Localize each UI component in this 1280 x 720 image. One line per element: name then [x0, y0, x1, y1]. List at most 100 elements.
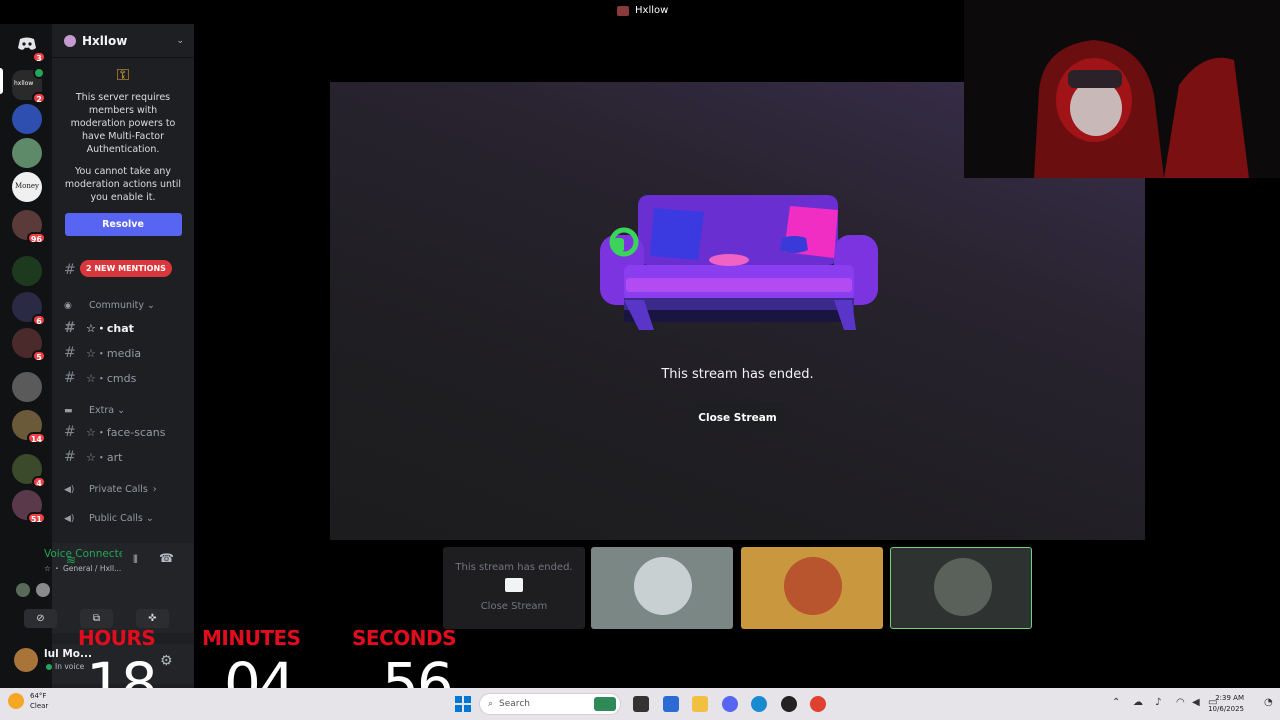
channel-chat[interactable]: # ☆・chat [64, 320, 134, 336]
key-icon: ⚿ [116, 65, 130, 84]
channel-face-scans[interactable]: # ☆・face-scans [64, 424, 165, 440]
resolve-button[interactable]: Resolve [64, 213, 182, 236]
participant-avatar[interactable] [16, 583, 30, 597]
channel-label: ☆・art [86, 451, 123, 464]
server-icon[interactable] [12, 104, 42, 134]
hours-label: HOURS [78, 626, 156, 650]
server-folder[interactable]: 14 [12, 410, 46, 444]
stream-tile[interactable]: This stream has ended. Close Stream [443, 547, 585, 629]
channel-label: ☆・chat [86, 322, 134, 335]
voice-dot-icon [46, 664, 52, 670]
window-title-text: Hxllow [635, 5, 669, 16]
noise-suppression-icon[interactable]: ⦀ [133, 553, 138, 567]
hash-icon: # [64, 449, 76, 465]
task-view-icon[interactable] [633, 696, 649, 712]
category-extra[interactable]: ▬ Extra ⌄ [64, 405, 125, 416]
stream-ended-text: This stream has ended. [661, 367, 814, 382]
gear-icon[interactable]: ⚙ [160, 653, 173, 669]
server-icon[interactable] [12, 372, 42, 402]
speaker-icon: ◀) [64, 513, 75, 524]
close-stream-button[interactable]: Close Stream [690, 402, 785, 433]
notification-bell-icon[interactable]: ◔ [1264, 697, 1273, 708]
disconnect-icon[interactable]: ☎ [159, 551, 174, 565]
server-folder[interactable]: 6 [12, 292, 46, 326]
edge-icon[interactable] [751, 696, 767, 712]
category-label: Extra [89, 405, 115, 416]
camera-off-icon: ⊘ [36, 613, 45, 624]
globe-icon: ◉ [64, 300, 72, 311]
speaker-icon: ◀) [64, 484, 75, 495]
participant-avatar[interactable] [36, 583, 50, 597]
notification-badge: 6 [32, 314, 46, 326]
channel-label: ☆・cmds [86, 372, 137, 385]
weather-sun-icon [8, 693, 24, 709]
user-status: In voice [55, 662, 85, 671]
screen-icon [505, 578, 523, 592]
avatar[interactable] [14, 648, 38, 672]
server-hxllow[interactable]: hxllow 2 [12, 67, 46, 104]
category-public-calls[interactable]: ◀) Public Calls ⌄ [64, 513, 154, 524]
taskbar-search[interactable]: ⌕ Search [479, 693, 621, 715]
seconds-label: SECONDS [352, 626, 457, 650]
cloud-icon[interactable]: ☁ [1133, 697, 1143, 708]
minutes-label: MINUTES [202, 626, 301, 650]
participant-tile[interactable] [741, 547, 883, 629]
discord-app-icon[interactable] [722, 696, 738, 712]
chrome-icon[interactable] [810, 696, 826, 712]
store-icon[interactable] [663, 696, 679, 712]
weather-temp: 64°F [30, 692, 47, 700]
server-icon[interactable]: Money [12, 172, 42, 202]
category-private-calls[interactable]: ◀) Private Calls › [64, 484, 157, 495]
wifi-icon[interactable]: ◠ [1176, 697, 1185, 708]
tile-close-text: Close Stream [480, 601, 548, 612]
channel-media[interactable]: # ☆・media [64, 345, 141, 361]
participant-tile-speaking[interactable] [890, 547, 1032, 629]
server-folder[interactable]: 4 [12, 454, 46, 488]
taskbar-clock[interactable]: 2:39 AM 10/6/2025 [1208, 693, 1244, 715]
server-icon [64, 34, 76, 47]
channel-label: ☆・media [86, 347, 142, 360]
participant-avatar [784, 557, 842, 615]
discord-home-icon[interactable]: 3 [12, 29, 46, 63]
webcam-overlay [964, 0, 1280, 178]
participant-tile[interactable] [591, 547, 733, 629]
camera-off-button[interactable]: ⊘ [24, 609, 57, 628]
couch-illustration [600, 195, 878, 330]
voice-location[interactable]: ☆ ・ General / Hxll... [44, 563, 122, 574]
clock-date: 10/6/2025 [1208, 705, 1244, 713]
search-placeholder: Search [499, 699, 530, 709]
tile-ended-text: This stream has ended. [455, 562, 573, 573]
search-icon: ⌕ [488, 699, 494, 709]
server-folder[interactable]: 5 [12, 328, 46, 362]
channel-cmds[interactable]: # ☆・cmds [64, 370, 136, 386]
notification-badge: 14 [26, 432, 46, 444]
chevron-up-icon[interactable]: ⌃ [1112, 697, 1120, 708]
search-highlight-icon [594, 697, 616, 711]
volume-icon[interactable]: ◀ [1192, 697, 1200, 708]
windows-start-icon[interactable] [455, 696, 471, 712]
notification-badge: 51 [26, 512, 46, 524]
notification-badge: 4 [32, 476, 46, 488]
weather-widget[interactable]: 64°F Clear [8, 691, 48, 711]
channel-art[interactable]: # ☆・art [64, 449, 122, 465]
chevron-right-icon: › [152, 484, 157, 495]
participant-avatar [634, 557, 692, 615]
mfa-text-2: You cannot take any moderation actions u… [64, 166, 182, 203]
window-title: Hxllow [617, 5, 668, 16]
new-mentions-button[interactable]: 2 NEW MENTIONS [80, 260, 172, 277]
voice-status: Voice Connected [44, 548, 122, 560]
hash-icon: # [64, 320, 76, 336]
microphone-icon[interactable]: ♪ [1155, 697, 1161, 708]
server-folder[interactable]: 96 [12, 210, 46, 244]
category-label: Private Calls [89, 484, 148, 495]
clock-time: 2:39 AM [1215, 694, 1244, 702]
server-folder[interactable]: 51 [12, 490, 46, 524]
server-header[interactable]: Hxllow ⌄ [52, 24, 194, 58]
server-folder[interactable] [12, 256, 42, 286]
file-explorer-icon[interactable] [692, 696, 708, 712]
app-icon[interactable] [781, 696, 797, 712]
mfa-notice: ⚿ This server requires members with mode… [52, 58, 194, 236]
weather-condition: Clear [30, 702, 49, 710]
category-community[interactable]: ◉ Community ⌄ [64, 300, 155, 311]
server-icon[interactable] [12, 138, 42, 168]
